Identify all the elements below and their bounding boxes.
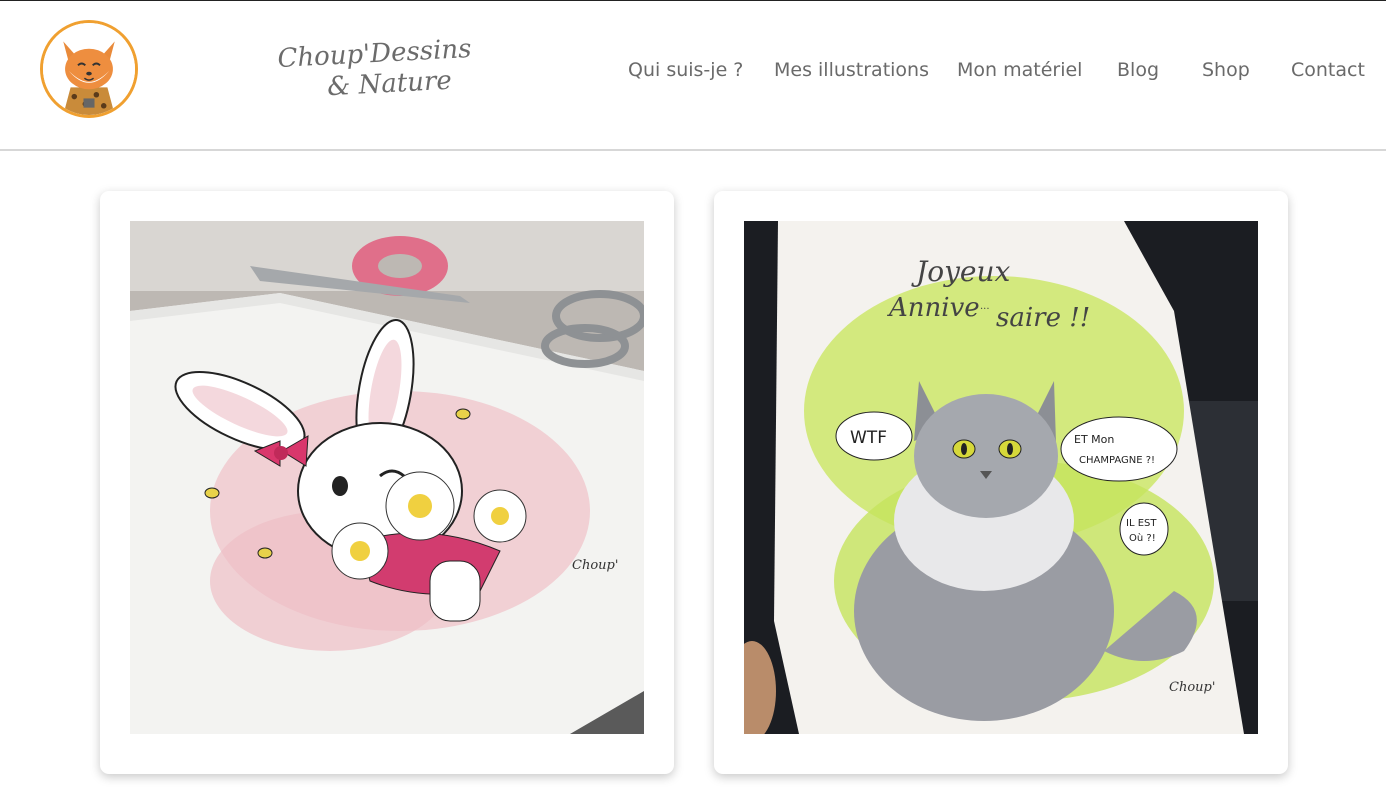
cat-illustration-photo[interactable]: Joyeux Annive ... saire !! WTF ET Mon CH…	[744, 221, 1258, 734]
nav-item-mon-materiel[interactable]: Mon matériel	[957, 59, 1082, 81]
greeting-line3: saire !!	[996, 303, 1090, 333]
nav-item-blog[interactable]: Blog	[1117, 59, 1159, 81]
bubble-small-text-2: Où ?!	[1129, 532, 1156, 544]
greeting-line1: Joyeux	[911, 255, 1011, 288]
bubble-right-text-1: ET Mon	[1074, 433, 1114, 446]
nav-item-mes-illustrations[interactable]: Mes illustrations	[774, 59, 929, 81]
bunny-signature: Choup'	[572, 558, 618, 573]
brand-wordmark[interactable]: Choup'Dessins & Nature	[262, 34, 487, 119]
gallery-card-bunny[interactable]: Choup'	[100, 191, 674, 774]
site-logo[interactable]	[40, 20, 138, 118]
nav-item-qui-suis-je[interactable]: Qui suis-je ?	[628, 59, 743, 81]
nav-item-contact[interactable]: Contact	[1291, 59, 1365, 81]
fox-mascot-icon	[43, 23, 135, 115]
bubble-small-text-1: IL EST	[1126, 518, 1157, 529]
gallery-card-cat[interactable]: Joyeux Annive ... saire !! WTF ET Mon CH…	[714, 191, 1288, 774]
bunny-illustration-photo[interactable]: Choup'	[130, 221, 644, 734]
bubble-right-text-2: CHAMPAGNE ?!	[1079, 455, 1155, 466]
site-header: Choup'Dessins & Nature Qui suis-je ? Mes…	[0, 1, 1386, 151]
greeting-line2: Annive	[887, 293, 980, 323]
nav-item-shop[interactable]: Shop	[1202, 59, 1250, 81]
cat-signature: Choup'	[1169, 680, 1215, 695]
greeting-small: ...	[980, 301, 990, 312]
bubble-left-text: WTF	[850, 428, 887, 448]
